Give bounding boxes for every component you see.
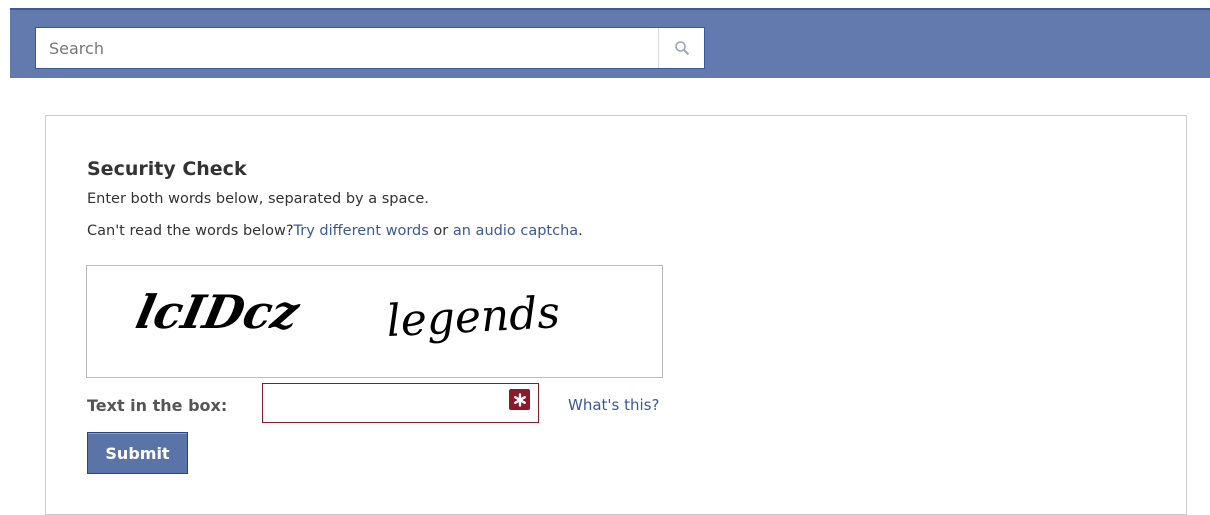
or-text: or [428, 223, 453, 239]
magnifier-icon [674, 41, 689, 56]
try-different-words-link[interactable]: Try different words [294, 223, 429, 239]
top-navigation-bar [10, 8, 1210, 78]
instruction-text: Enter both words below, separated by a s… [87, 191, 429, 207]
search-box [35, 27, 705, 69]
captcha-field [262, 383, 539, 423]
audio-captcha-link[interactable]: an audio captcha [453, 223, 578, 239]
page-title: Security Check [87, 158, 247, 180]
whats-this-link[interactable]: What's this? [568, 396, 659, 414]
captcha-field-label: Text in the box: [87, 396, 228, 415]
asterisk-icon [509, 389, 530, 410]
search-input[interactable] [36, 28, 658, 68]
captcha-image: lcIDcz legends [86, 265, 663, 378]
captcha-word-2: legends [385, 287, 561, 347]
submit-button[interactable]: Submit [87, 432, 188, 474]
captcha-text-input[interactable] [263, 384, 503, 422]
captcha-word-1: lcIDcz [132, 284, 306, 338]
period-text: . [578, 223, 583, 239]
captcha-help-text: Can't read the words below?Try different… [87, 223, 583, 239]
search-button[interactable] [658, 28, 704, 68]
help-prefix: Can't read the words below? [87, 223, 294, 239]
